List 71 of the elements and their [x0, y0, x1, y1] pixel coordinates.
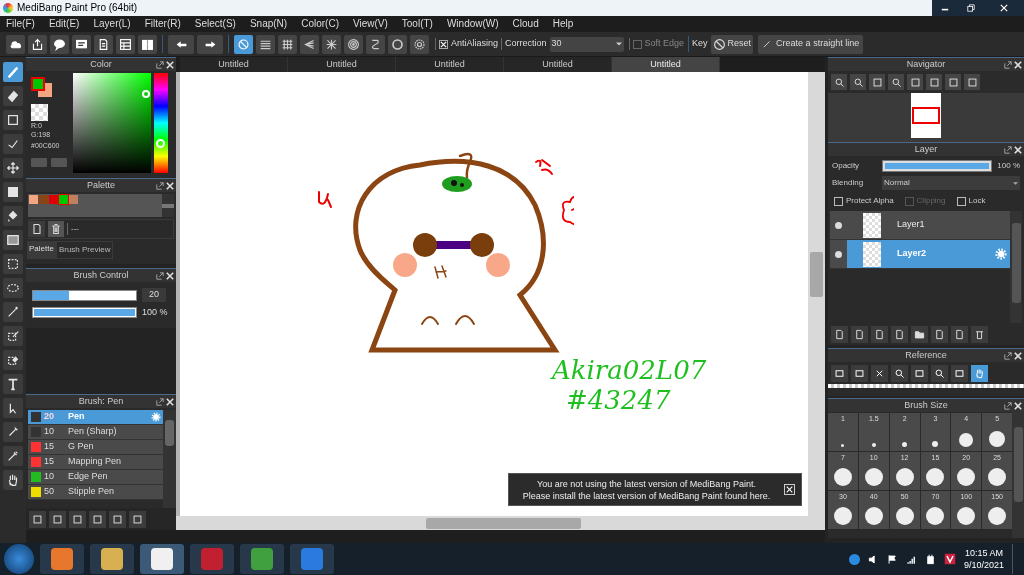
document-tab[interactable]: Untitled — [288, 57, 396, 72]
checkbox-label: Protect Alpha — [846, 195, 894, 207]
brush-size: 15 — [44, 440, 55, 454]
notification-text: You are not using the latest version of MediBang Paint. — [537, 477, 756, 490]
menu-item[interactable]: Snap(N) — [249, 19, 288, 29]
menu-item[interactable]: Color(C) — [301, 19, 339, 29]
brush-size: 10 — [44, 470, 55, 484]
brush-row[interactable]: 10 Edge Pen — [28, 470, 163, 485]
brush-size: 20 — [44, 410, 55, 424]
notification-text: Please install the latest version of MediBang Paint found here. — [522, 489, 771, 502]
opacity-label: Opacity — [832, 160, 861, 172]
drawing-canvas[interactable]: Akira02L07 #43247 You are not using the latest version of MediBang Paint. Please install the latest version of MediBang Paint found here. — [180, 72, 808, 516]
brush-name: Stipple Pen — [68, 485, 115, 499]
menu-item[interactable]: Layer(L) — [93, 19, 131, 29]
layer-name: Layer2 — [897, 247, 927, 261]
panel-title: Navigator — [906, 60, 946, 69]
layer-row[interactable]: Layer1 — [830, 211, 1010, 240]
brush-name: G Pen — [68, 440, 94, 454]
checkbox-label: AntiAliasing — [451, 37, 499, 51]
panel-tab[interactable]: Brush Preview — [55, 241, 114, 259]
correction-dropdown[interactable]: 30 — [549, 36, 624, 52]
document-tab[interactable]: Untitled — [396, 57, 504, 72]
brush-size: 10 — [44, 425, 55, 439]
brush-row[interactable]: 10 Pen (Sharp) — [28, 425, 163, 440]
menu-item[interactable]: Edit(E) — [48, 19, 80, 29]
brush-name: Mapping Pen — [68, 455, 122, 469]
opacity-value: 100 % — [142, 306, 168, 319]
menu-item[interactable]: Tool(T) — [401, 19, 433, 29]
panel-title: Palette — [87, 181, 115, 190]
brush-size: 50 — [44, 485, 55, 499]
panel-title: Layer — [914, 145, 938, 154]
menu-item[interactable]: Help — [552, 19, 574, 29]
menu-item[interactable]: Cloud — [512, 19, 539, 29]
panel-title: Brush: Pen — [78, 397, 124, 406]
panel-title: Brush Control — [73, 271, 129, 280]
brush-name: Pen — [68, 410, 85, 424]
document-tab[interactable]: Untitled — [612, 57, 720, 72]
brush-row[interactable]: 15 G Pen — [28, 440, 163, 455]
panel-tab[interactable]: Palette — [27, 241, 56, 259]
brush-row[interactable]: 50 Stipple Pen — [28, 485, 163, 500]
document-tab[interactable]: Untitled — [504, 57, 612, 72]
menu-item[interactable]: Filter(R) — [144, 19, 181, 29]
reset-button[interactable]: Reset — [710, 34, 754, 54]
window-title: MediBang Paint Pro (64bit) — [17, 3, 138, 13]
checkbox-label: Soft Edge — [644, 37, 685, 51]
blending-label: Blending — [832, 177, 865, 189]
opacity-value: 100 % — [997, 160, 1020, 172]
handwritten-text: Akira02L07 — [552, 355, 707, 385]
brush-name: Pen (Sharp) — [68, 425, 117, 439]
menu-item[interactable]: File(F) — [6, 19, 35, 29]
layer-name: Layer1 — [897, 218, 925, 232]
key-label: Key — [692, 37, 708, 51]
brush-size: 15 — [44, 455, 55, 469]
blending-dropdown[interactable]: Normal — [882, 176, 1020, 190]
menu-item[interactable]: Select(S) — [194, 19, 236, 29]
panel-title: Reference — [905, 351, 947, 360]
clock-date: 9/10/2021 — [963, 559, 1004, 571]
document-tab[interactable]: Untitled — [180, 57, 288, 72]
brush-name: Edge Pen — [68, 470, 108, 484]
checkbox-label: Lock — [968, 195, 986, 207]
field-label: Correction — [505, 37, 547, 51]
palette-name: --- — [67, 223, 79, 235]
size-value[interactable]: 20 — [142, 288, 166, 302]
panel-title: Color — [90, 60, 112, 69]
straight-line-button[interactable]: Create a straight line — [758, 34, 864, 54]
menu-item[interactable]: Window(W) — [446, 19, 499, 29]
handwritten-text: #43247 — [566, 385, 672, 415]
brush-row[interactable]: 15 Mapping Pen — [28, 455, 163, 470]
panel-title: Brush Size — [904, 401, 948, 410]
menu-item[interactable]: View(V) — [352, 19, 388, 29]
clock-time: 10:15 AM — [964, 547, 1003, 559]
